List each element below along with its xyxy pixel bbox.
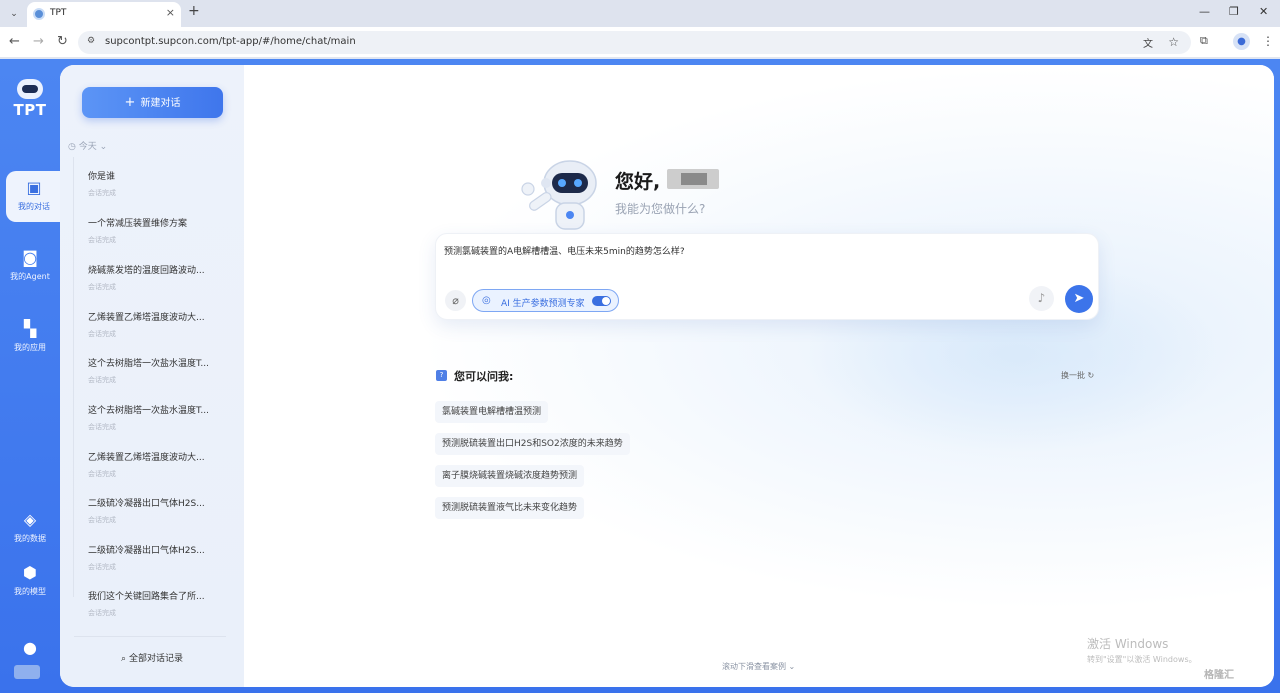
source-watermark: 格隆汇 [1204, 670, 1234, 681]
section-today[interactable]: ◷ 今天 ⌄ [68, 139, 107, 152]
rail-item-agent[interactable]: ◙ 我的Agent [0, 249, 60, 282]
refresh-suggestions-button[interactable]: 换一批 ↻ [1061, 370, 1094, 381]
windows-activation-watermark: 激活 Windows 转到"设置"以激活 Windows。 [1087, 637, 1197, 664]
apps-grid-icon: ▚ [23, 319, 37, 338]
address-bar: ← → ↻ ⚙ supcontpt.supcon.com/tpt-app/#/h… [0, 27, 1280, 58]
tab-search-dropdown-icon[interactable]: ⌄ [6, 6, 22, 22]
app-root: TPT ▣ 我的对话 ◙ 我的Agent ▚ 我的应用 ◈ 我的数据 ⬢ 我的模… [0, 59, 1280, 693]
conversation-item[interactable]: 乙烯装置乙烯塔温度波动大... 会话完成 [88, 450, 228, 479]
suggestions-title: 您可以问我: [454, 370, 514, 383]
agent-selector-chip[interactable]: ◎ AI 生产参数预测专家 [472, 289, 619, 312]
user-name-blurred [14, 665, 40, 679]
rail-item-conversations[interactable]: ▣ 我的对话 [6, 171, 62, 222]
site-info-icon[interactable]: ⚙ [87, 36, 95, 46]
content-panel: + 新建对话 ◷ 今天 ⌄ 你是谁 会话完成 一个常减压装置维修方案 会话完成 烧… [60, 65, 1274, 687]
timeline-line [73, 157, 74, 597]
user-name-blurred [667, 169, 719, 189]
chat-bubble-icon: ▣ [26, 178, 42, 197]
microphone-icon[interactable]: ♪ [1029, 286, 1054, 311]
conversation-sidebar: + 新建对话 ◷ 今天 ⌄ 你是谁 会话完成 一个常减压装置维修方案 会话完成 烧… [60, 65, 244, 687]
suggestion-item[interactable]: 预测脱硫装置出口H2S和SO2浓度的未来趋势 [435, 433, 630, 455]
nav-rail: TPT ▣ 我的对话 ◙ 我的Agent ▚ 我的应用 ◈ 我的数据 ⬢ 我的模… [0, 59, 62, 693]
extensions-icon[interactable]: ⧉ [1200, 34, 1208, 48]
rail-item-models[interactable]: ⬢ 我的模型 [0, 564, 60, 597]
chat-main: 您好, 我能为您做什么? 预测氯碱装置的A电解槽槽温、电压未来5min的趋势怎么… [244, 65, 1274, 687]
chevron-down-icon: ⌄ [99, 142, 108, 152]
scroll-hint[interactable]: 滚动下滑查看案例 ⌄ [722, 661, 795, 672]
clock-icon: ◷ [68, 142, 76, 152]
all-history-link[interactable]: ⌕ 全部对话记录 [60, 651, 244, 664]
robot-logo-icon [17, 79, 43, 99]
cube-icon: ⬢ [23, 563, 37, 582]
tab-title: TPT [50, 8, 67, 18]
conversation-item[interactable]: 我们这个关键回路集合了所... 会话完成 [88, 589, 228, 618]
suggestion-item[interactable]: 离子膜烧碱装置烧碱浓度趋势预测 [435, 465, 585, 487]
suggestion-item[interactable]: 氯碱装置电解槽槽温预测 [435, 401, 549, 423]
profile-avatar-icon[interactable]: ● [1233, 33, 1250, 50]
rail-item-apps[interactable]: ▚ 我的应用 [0, 320, 60, 353]
bookmark-star-icon[interactable]: ☆ [1168, 35, 1179, 49]
browser-menu-icon[interactable]: ⋮ [1262, 34, 1274, 48]
conversation-item[interactable]: 一个常减压装置维修方案 会话完成 [88, 216, 228, 245]
user-avatar-icon[interactable]: ● [0, 639, 60, 657]
back-icon[interactable]: ← [9, 34, 20, 49]
url-text[interactable]: supcontpt.supcon.com/tpt-app/#/home/chat… [105, 36, 356, 47]
send-button[interactable]: ➤ [1065, 285, 1093, 313]
question-icon: ? [436, 370, 447, 381]
close-window-icon[interactable]: ✕ [1259, 5, 1268, 18]
conversation-item[interactable]: 这个去树脂塔一次盐水温度T... 会话完成 [88, 356, 228, 385]
tpt-logo: TPT [10, 79, 50, 119]
conversation-item[interactable]: 这个去树脂塔一次盐水温度T... 会话完成 [88, 403, 228, 432]
suggestion-item[interactable]: 预测脱硫装置液气比未来变化趋势 [435, 497, 585, 519]
favicon-icon [33, 8, 45, 20]
conversation-item[interactable]: 乙烯装置乙烯塔温度波动大... 会话完成 [88, 310, 228, 339]
conversation-item[interactable]: 二级硫冷凝器出口气体H2S... 会话完成 [88, 543, 228, 572]
conversation-item[interactable]: 你是谁 会话完成 [88, 169, 228, 198]
reload-icon[interactable]: ↻ [57, 34, 68, 49]
minimize-icon[interactable]: — [1199, 5, 1210, 18]
refresh-icon: ↻ [1087, 371, 1095, 380]
browser-tab[interactable]: TPT × [27, 2, 181, 27]
robot-icon: ◙ [22, 248, 38, 267]
agent-toggle[interactable] [592, 296, 611, 306]
paper-plane-icon: ➤ [1073, 291, 1085, 306]
translate-icon[interactable]: 文 [1143, 35, 1153, 50]
new-tab-icon[interactable]: + [188, 3, 200, 19]
url-field[interactable]: ⚙ supcontpt.supcon.com/tpt-app/#/home/ch… [78, 31, 1191, 54]
tab-close-icon[interactable]: × [166, 6, 175, 19]
conversation-item[interactable]: 二级硫冷凝器出口气体H2S... 会话完成 [88, 496, 228, 525]
attach-paperclip-icon[interactable]: ⌀ [445, 290, 466, 311]
search-icon: ⌕ [121, 654, 127, 664]
new-chat-button[interactable]: + 新建对话 [82, 87, 223, 118]
greeting-subtitle: 我能为您做什么? [615, 202, 706, 216]
conversation-item[interactable]: 烧碱蒸发塔的温度回路波动... 会话完成 [88, 263, 228, 292]
tab-strip: ⌄ TPT × + — ❐ ✕ [0, 0, 1280, 27]
chat-input-card: 预测氯碱装置的A电解槽槽温、电压未来5min的趋势怎么样? ⌀ ◎ AI 生产参… [435, 233, 1099, 320]
rail-item-data[interactable]: ◈ 我的数据 [0, 511, 60, 544]
robot-mascot-icon [521, 160, 597, 230]
layers-icon: ◈ [23, 510, 37, 529]
sidebar-divider [74, 636, 226, 637]
chat-input[interactable]: 预测氯碱装置的A电解槽槽温、电压未来5min的趋势怎么样? [444, 244, 685, 257]
forward-icon[interactable]: → [33, 34, 44, 49]
double-chevron-down-icon: ⌄ [788, 662, 796, 671]
greeting-title: 您好, [615, 171, 661, 193]
restore-icon[interactable]: ❐ [1229, 5, 1239, 18]
ai-agent-icon: ◎ [482, 295, 491, 306]
plus-icon: + [124, 95, 136, 110]
